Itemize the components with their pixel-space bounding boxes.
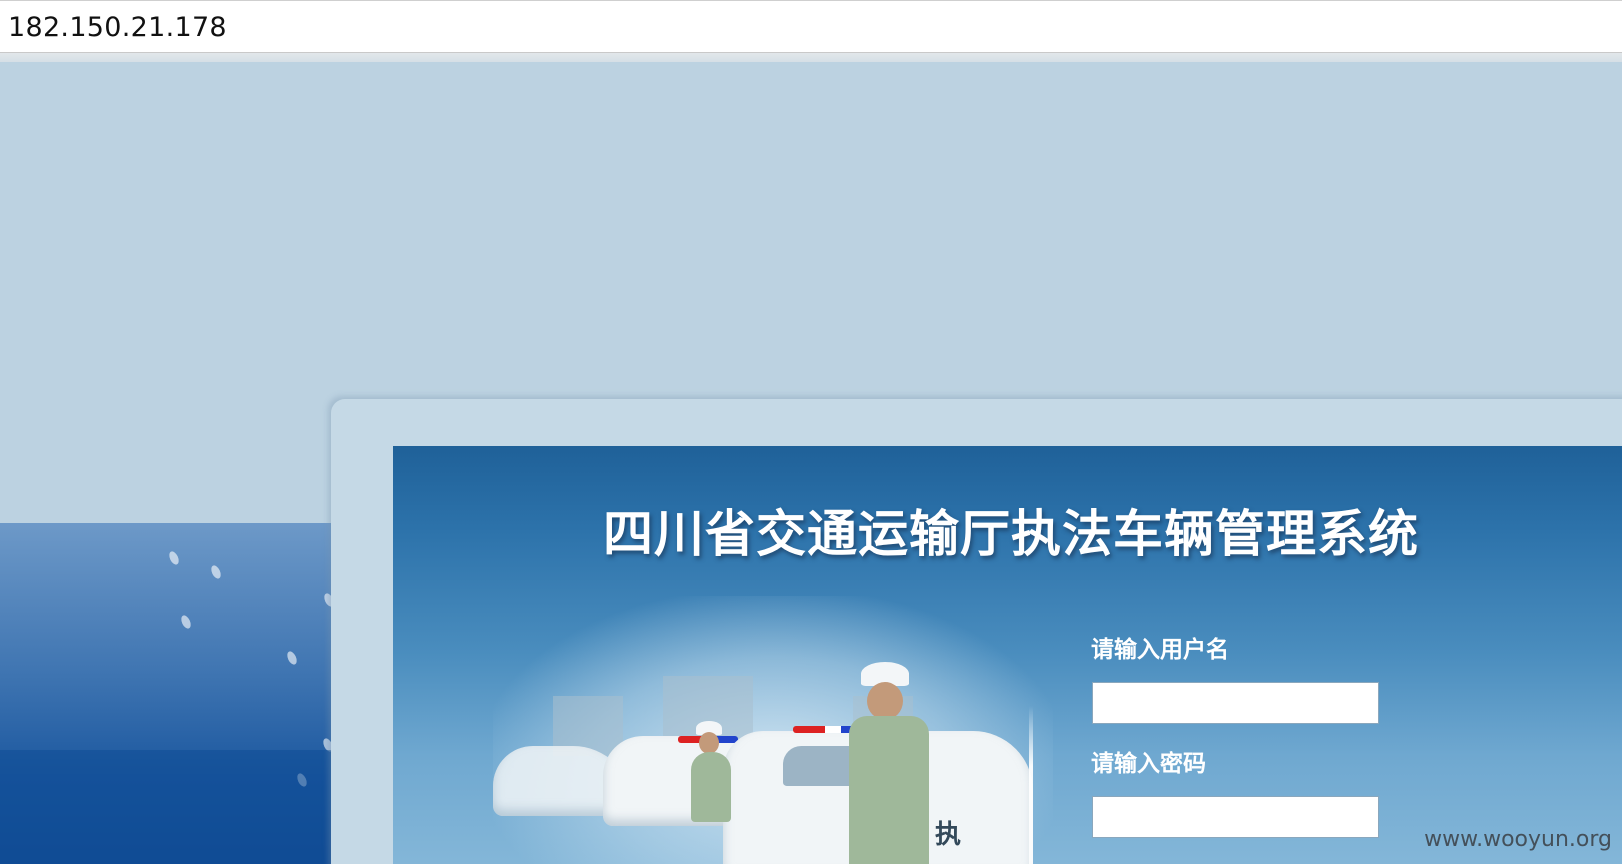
officer-head bbox=[867, 682, 903, 720]
system-title: 四川省交通运输厅执法车辆管理系统 bbox=[603, 505, 1419, 563]
water-drop-decoration bbox=[179, 613, 193, 631]
patrol-photo: 执 bbox=[493, 662, 1053, 864]
username-input[interactable] bbox=[1092, 682, 1379, 724]
password-label: 请输入密码 bbox=[1091, 751, 1206, 777]
car-door-lettering: 执 bbox=[935, 820, 962, 850]
login-panel: 四川省交通运输厅执法车辆管理系统 执 请输入用户名 请输入密码 bbox=[393, 446, 1622, 864]
officer-head bbox=[699, 732, 719, 754]
username-label: 请输入用户名 bbox=[1091, 637, 1229, 663]
vertical-separator bbox=[1029, 706, 1033, 864]
water-drop-decoration bbox=[209, 563, 223, 581]
officer-uniform bbox=[849, 716, 929, 864]
officer-uniform bbox=[691, 752, 731, 822]
left-decorative-shade bbox=[0, 750, 340, 864]
address-url[interactable]: 182.150.21.178 bbox=[8, 9, 227, 47]
address-bar[interactable]: 182.150.21.178 bbox=[0, 0, 1622, 52]
water-drop-decoration bbox=[285, 649, 299, 667]
watermark: www.wooyun.org bbox=[1424, 827, 1612, 852]
toolbar-divider bbox=[0, 52, 1622, 62]
water-drop-decoration bbox=[167, 549, 181, 567]
password-input[interactable] bbox=[1092, 796, 1379, 838]
